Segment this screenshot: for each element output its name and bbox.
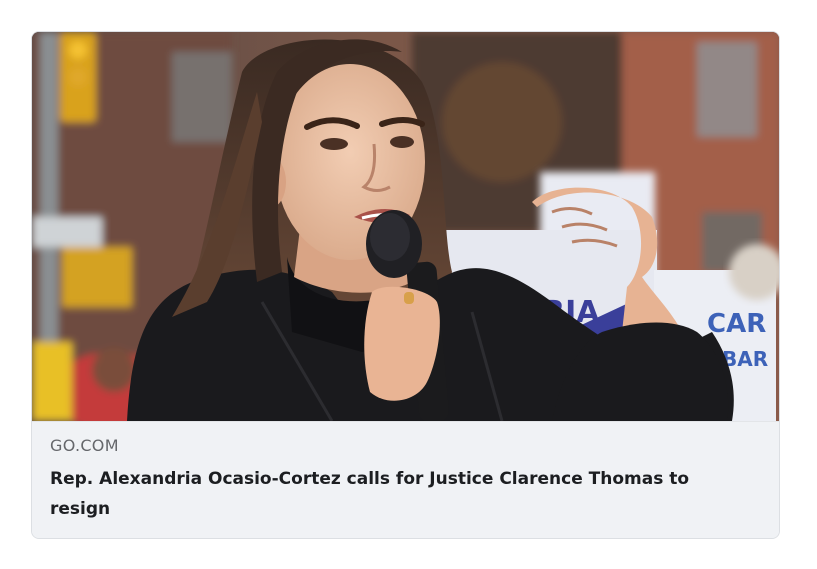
photo-illustration: RIA CAR BAR xyxy=(32,32,779,421)
link-preview-image[interactable]: RIA CAR BAR xyxy=(32,32,779,421)
sign-right-text-1: CAR xyxy=(707,309,766,339)
link-headline[interactable]: Rep. Alexandria Ocasio-Cortez calls for … xyxy=(50,464,750,524)
link-preview-meta[interactable]: GO.COM Rep. Alexandria Ocasio-Cortez cal… xyxy=(32,421,779,538)
link-domain: GO.COM xyxy=(50,436,119,455)
link-preview-card[interactable]: RIA CAR BAR GO.COM Rep. Alexandria Ocasi… xyxy=(31,31,780,539)
